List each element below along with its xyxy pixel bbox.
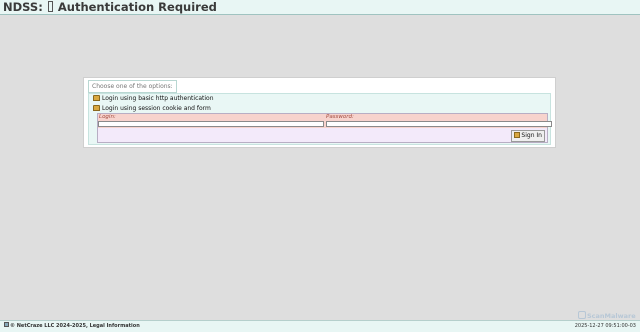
footer-bar: © NetCraze LLC 2024-2025, Legal Informat… [0,320,640,332]
option-basic-auth[interactable]: Login using basic http authentication [93,95,214,103]
option-basic-auth-label: Login using basic http authentication [102,95,214,102]
option-session-form-label: Login using session cookie and form [102,105,211,112]
auth-options-card: Choose one of the options: Login using b… [83,77,556,148]
watermark: ScanMalware [578,311,636,320]
login-label: Login: [99,114,116,120]
folder-open-icon [93,105,100,111]
login-input[interactable] [98,121,324,127]
options-legend: Choose one of the options: [88,80,177,93]
scanmalware-logo-icon [578,311,586,319]
folder-icon [93,95,100,101]
watermark-text: ScanMalware [587,312,636,320]
info-icon [4,322,9,327]
password-input[interactable] [326,121,552,127]
login-form: Login: Password: Sign In [97,113,552,143]
title-prefix: NDSS: [3,0,43,14]
copyright-text: © NetCraze LLC 2024-2025, Legal Informat… [10,323,140,329]
hand-icon [514,132,521,138]
top-bar: NDSS: Authentication Required [0,0,640,15]
title-text: Authentication Required [57,0,217,14]
option-session-form[interactable]: Login using session cookie and form [93,105,211,113]
key-icon [47,1,53,12]
page-title: NDSS: Authentication Required [3,0,217,14]
password-label: Password: [326,114,354,120]
options-panel: Login using basic http authentication Lo… [88,93,552,145]
timestamp: 2025-12-27 09:51:00-03 [574,323,636,329]
credential-fields: Login: Password: [98,114,552,128]
copyright-link[interactable]: © NetCraze LLC 2024-2025, Legal Informat… [4,321,140,332]
sign-in-label: Sign In [521,132,542,139]
sign-in-button[interactable]: Sign In [511,130,545,142]
